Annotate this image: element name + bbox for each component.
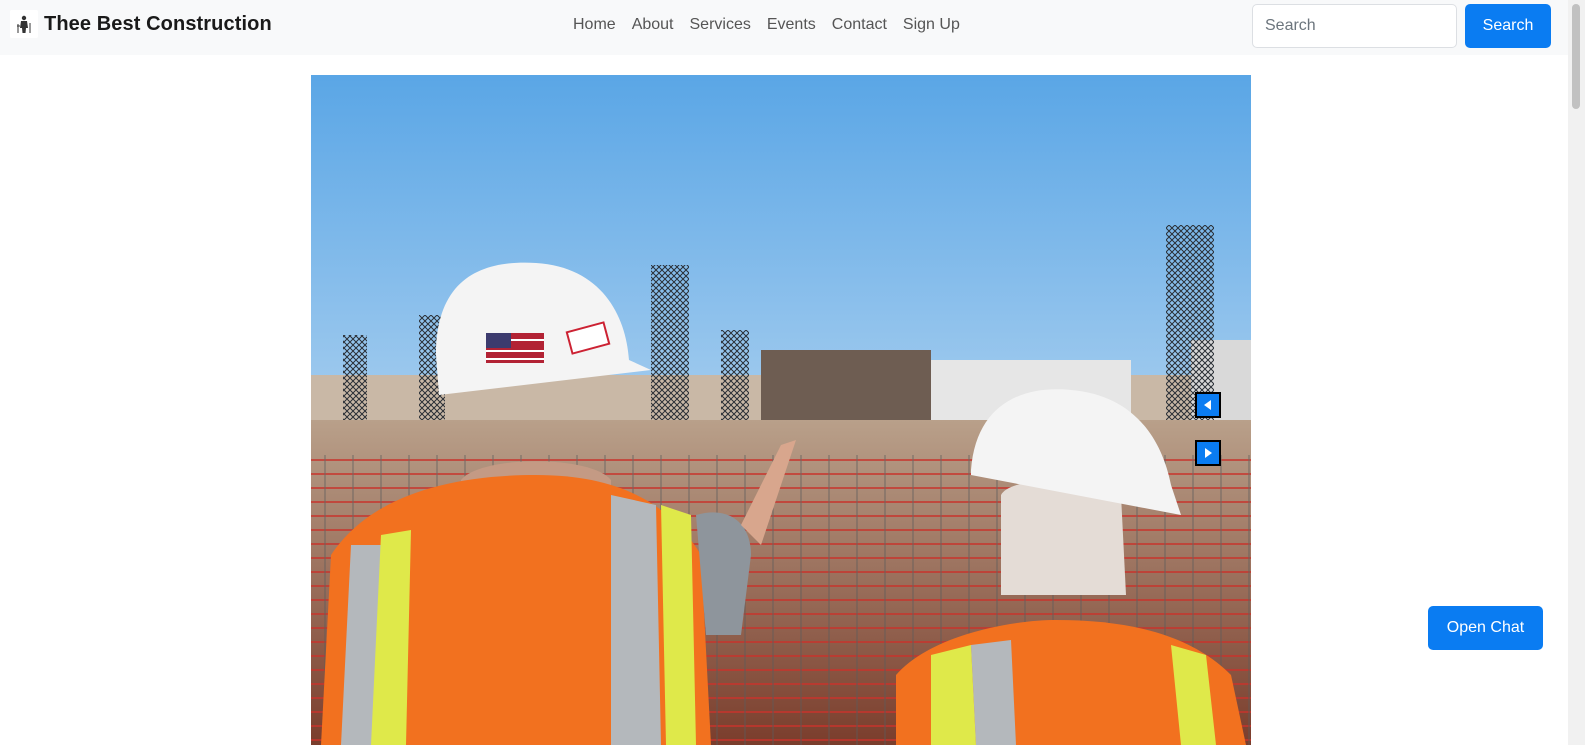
nav-sign-up[interactable]: Sign Up	[903, 16, 960, 34]
hero-image	[311, 75, 1251, 745]
search-button[interactable]: Search	[1465, 4, 1551, 48]
brand[interactable]: Thee Best Construction	[10, 10, 272, 38]
nav-contact[interactable]: Contact	[832, 16, 887, 34]
carousel-prev-button[interactable]	[1195, 392, 1221, 418]
triangle-left-icon	[1204, 400, 1211, 410]
navbar: Thee Best Construction Home About Servic…	[0, 0, 1568, 55]
nav-about[interactable]: About	[632, 16, 674, 34]
scrollbar-thumb[interactable]	[1572, 4, 1580, 109]
nav-links: Home About Services Events Contact Sign …	[573, 16, 976, 34]
triangle-right-icon	[1205, 448, 1212, 458]
nav-events[interactable]: Events	[767, 16, 816, 34]
search-input[interactable]	[1252, 4, 1457, 48]
open-chat-button[interactable]: Open Chat	[1428, 606, 1543, 650]
brand-name: Thee Best Construction	[44, 12, 272, 35]
page-scrollbar[interactable]	[1568, 0, 1585, 745]
construction-worker-icon	[10, 10, 38, 38]
nav-home[interactable]: Home	[573, 16, 616, 34]
carousel-next-button[interactable]	[1195, 440, 1221, 466]
nav-services[interactable]: Services	[690, 16, 751, 34]
